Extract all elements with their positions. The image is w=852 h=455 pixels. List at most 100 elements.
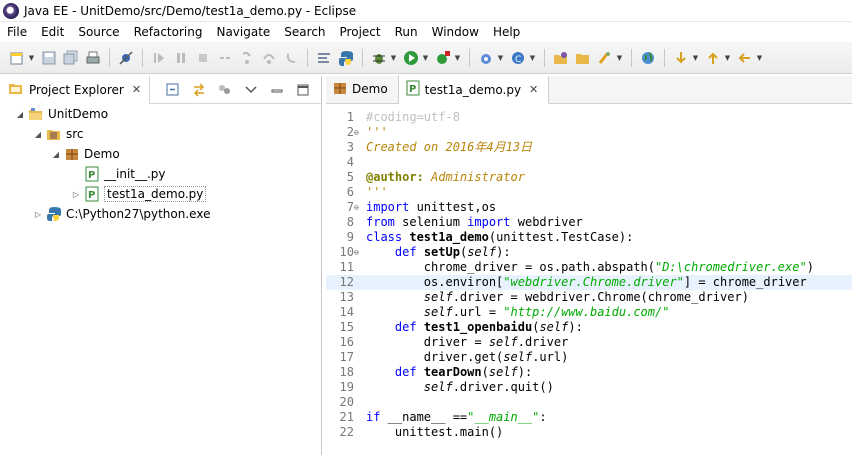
code-line[interactable]: 21 if __name__ =="__main__":: [326, 410, 852, 425]
collapsed-arrow-icon[interactable]: ▷: [32, 210, 44, 219]
view-menu-icon[interactable]: [243, 82, 259, 98]
menu-project[interactable]: Project: [333, 22, 388, 42]
expanded-arrow-icon[interactable]: ◢: [50, 150, 62, 159]
code-line[interactable]: 3 Created on 2016年4月13日: [326, 140, 852, 155]
code-line[interactable]: 11 chrome_driver = os.path.abspath("D:\c…: [326, 260, 852, 275]
run-dropdown-icon[interactable]: ▼: [422, 50, 429, 66]
toggle-mark-occurrences-icon[interactable]: [316, 50, 332, 66]
code-line[interactable]: 7 ⊖ import unittest,os: [326, 200, 852, 215]
menu-edit[interactable]: Edit: [34, 22, 71, 42]
step-into-icon[interactable]: [239, 50, 255, 66]
tree-item-init-py[interactable]: P __init__.py: [70, 164, 166, 184]
run-icon[interactable]: [403, 50, 419, 66]
search-dropdown-icon[interactable]: ▼: [616, 50, 623, 66]
debug-dropdown-icon[interactable]: ▼: [390, 50, 397, 66]
link-with-editor-icon[interactable]: [191, 82, 207, 98]
skip-breakpoints-icon[interactable]: [118, 50, 134, 66]
tab-project-explorer[interactable]: Project Explorer ✕: [0, 75, 151, 104]
code-line[interactable]: 18 def tearDown(self):: [326, 365, 852, 380]
tab-label: Demo: [352, 82, 388, 96]
tree-item-src[interactable]: ◢ src: [32, 124, 84, 144]
code-line[interactable]: 2 ⊖ ''': [326, 125, 852, 140]
close-icon[interactable]: ✕: [132, 83, 141, 96]
filters-icon[interactable]: [217, 82, 233, 98]
code-line[interactable]: 17 driver.get(self.url): [326, 350, 852, 365]
code-line[interactable]: 6 ''': [326, 185, 852, 200]
new-icon[interactable]: [9, 50, 25, 66]
external-tools-dropdown-icon[interactable]: ▼: [454, 50, 461, 66]
menu-refactoring[interactable]: Refactoring: [127, 22, 210, 42]
previous-annotation-icon[interactable]: [705, 50, 721, 66]
menu-search[interactable]: Search: [277, 22, 332, 42]
code-line[interactable]: 9 class test1a_demo(unittest.TestCase):: [326, 230, 852, 245]
fold-toggle-icon[interactable]: ⊖: [354, 125, 364, 140]
tab-demo[interactable]: Demo: [326, 75, 399, 103]
back-dropdown-icon[interactable]: ▼: [756, 50, 763, 66]
code-line[interactable]: 13 self.driver = webdriver.Chrome(chrome…: [326, 290, 852, 305]
code-line[interactable]: 22 unittest.main(): [326, 425, 852, 440]
tree-item-unitdemo[interactable]: ◢ UnitDemo: [14, 104, 108, 124]
expanded-arrow-icon[interactable]: ◢: [32, 130, 44, 139]
code-line[interactable]: 8 from selenium import webdriver: [326, 215, 852, 230]
code-line[interactable]: 15 def test1_openbaidu(self):: [326, 320, 852, 335]
code-line[interactable]: 16 driver = self.driver: [326, 335, 852, 350]
code-line[interactable]: 1 #coding=utf-8: [326, 110, 852, 125]
new-class-icon[interactable]: C: [510, 50, 526, 66]
previous-annotation-dropdown-icon[interactable]: ▼: [724, 50, 731, 66]
code-line[interactable]: 19 self.driver.quit(): [326, 380, 852, 395]
code-line[interactable]: 4: [326, 155, 852, 170]
tab-test1a-demo[interactable]: P test1a_demo.py ✕: [398, 76, 550, 104]
save-all-icon[interactable]: [63, 50, 79, 66]
menu-run[interactable]: Run: [388, 22, 425, 42]
disconnect-icon[interactable]: [217, 50, 233, 66]
search-tool-icon[interactable]: [597, 50, 613, 66]
collapse-all-icon[interactable]: [165, 82, 181, 98]
resume-icon[interactable]: [151, 50, 167, 66]
tree-item-demo-package[interactable]: ◢ Demo: [50, 144, 120, 164]
step-over-icon[interactable]: [261, 50, 277, 66]
terminate-icon[interactable]: [195, 50, 211, 66]
new-project-dropdown-icon[interactable]: ▼: [497, 50, 504, 66]
line-number: 22: [339, 425, 354, 439]
code-line[interactable]: 10 ⊖ def setUp(self):: [326, 245, 852, 260]
debug-icon[interactable]: [371, 50, 387, 66]
collapsed-arrow-icon[interactable]: ▷: [70, 190, 82, 199]
code-token: .url): [532, 350, 569, 364]
globe-icon[interactable]: [640, 50, 656, 66]
fold-toggle-icon[interactable]: ⊖: [354, 200, 364, 215]
code-text: def test1_openbaidu(self):: [366, 320, 583, 335]
code-line[interactable]: 20: [326, 395, 852, 410]
close-icon[interactable]: ✕: [529, 83, 538, 96]
menu-file[interactable]: File: [0, 22, 34, 42]
menu-navigate[interactable]: Navigate: [209, 22, 277, 42]
source-folder-icon: [46, 126, 62, 142]
menu-window[interactable]: Window: [425, 22, 486, 42]
external-tools-icon[interactable]: [435, 50, 451, 66]
next-annotation-icon[interactable]: [673, 50, 689, 66]
next-annotation-dropdown-icon[interactable]: ▼: [692, 50, 699, 66]
tree-item-test1a-demo-py[interactable]: ▷ P test1a_demo.py: [70, 184, 207, 204]
code-text: os.environ["webdriver.Chrome.driver"] = …: [366, 275, 807, 290]
python-console-icon[interactable]: [338, 50, 354, 66]
open-type-icon[interactable]: [553, 50, 569, 66]
tree-item-python-interpreter[interactable]: ▷ C:\Python27\python.exe: [32, 204, 210, 224]
fold-toggle-icon[interactable]: ⊖: [354, 245, 364, 260]
new-project-icon[interactable]: [478, 50, 494, 66]
back-icon[interactable]: [737, 50, 753, 66]
step-return-icon[interactable]: [283, 50, 299, 66]
menu-help[interactable]: Help: [486, 22, 527, 42]
new-dropdown-icon[interactable]: ▼: [28, 50, 35, 66]
code-line[interactable]: 14 self.url = "http://www.baidu.com/": [326, 305, 852, 320]
code-line[interactable]: 12 os.environ["webdriver.Chrome.driver"]…: [326, 275, 852, 290]
open-folder-icon[interactable]: [575, 50, 591, 66]
code-line[interactable]: 5 @author: Administrator: [326, 170, 852, 185]
suspend-icon[interactable]: [173, 50, 189, 66]
project-explorer-header: Project Explorer ✕: [0, 75, 321, 104]
save-icon[interactable]: [41, 50, 57, 66]
maximize-icon[interactable]: [295, 82, 311, 98]
new-class-dropdown-icon[interactable]: ▼: [529, 50, 536, 66]
minimize-icon[interactable]: [269, 82, 285, 98]
expanded-arrow-icon[interactable]: ◢: [14, 110, 26, 119]
print-icon[interactable]: [85, 50, 101, 66]
menu-source[interactable]: Source: [71, 22, 126, 42]
